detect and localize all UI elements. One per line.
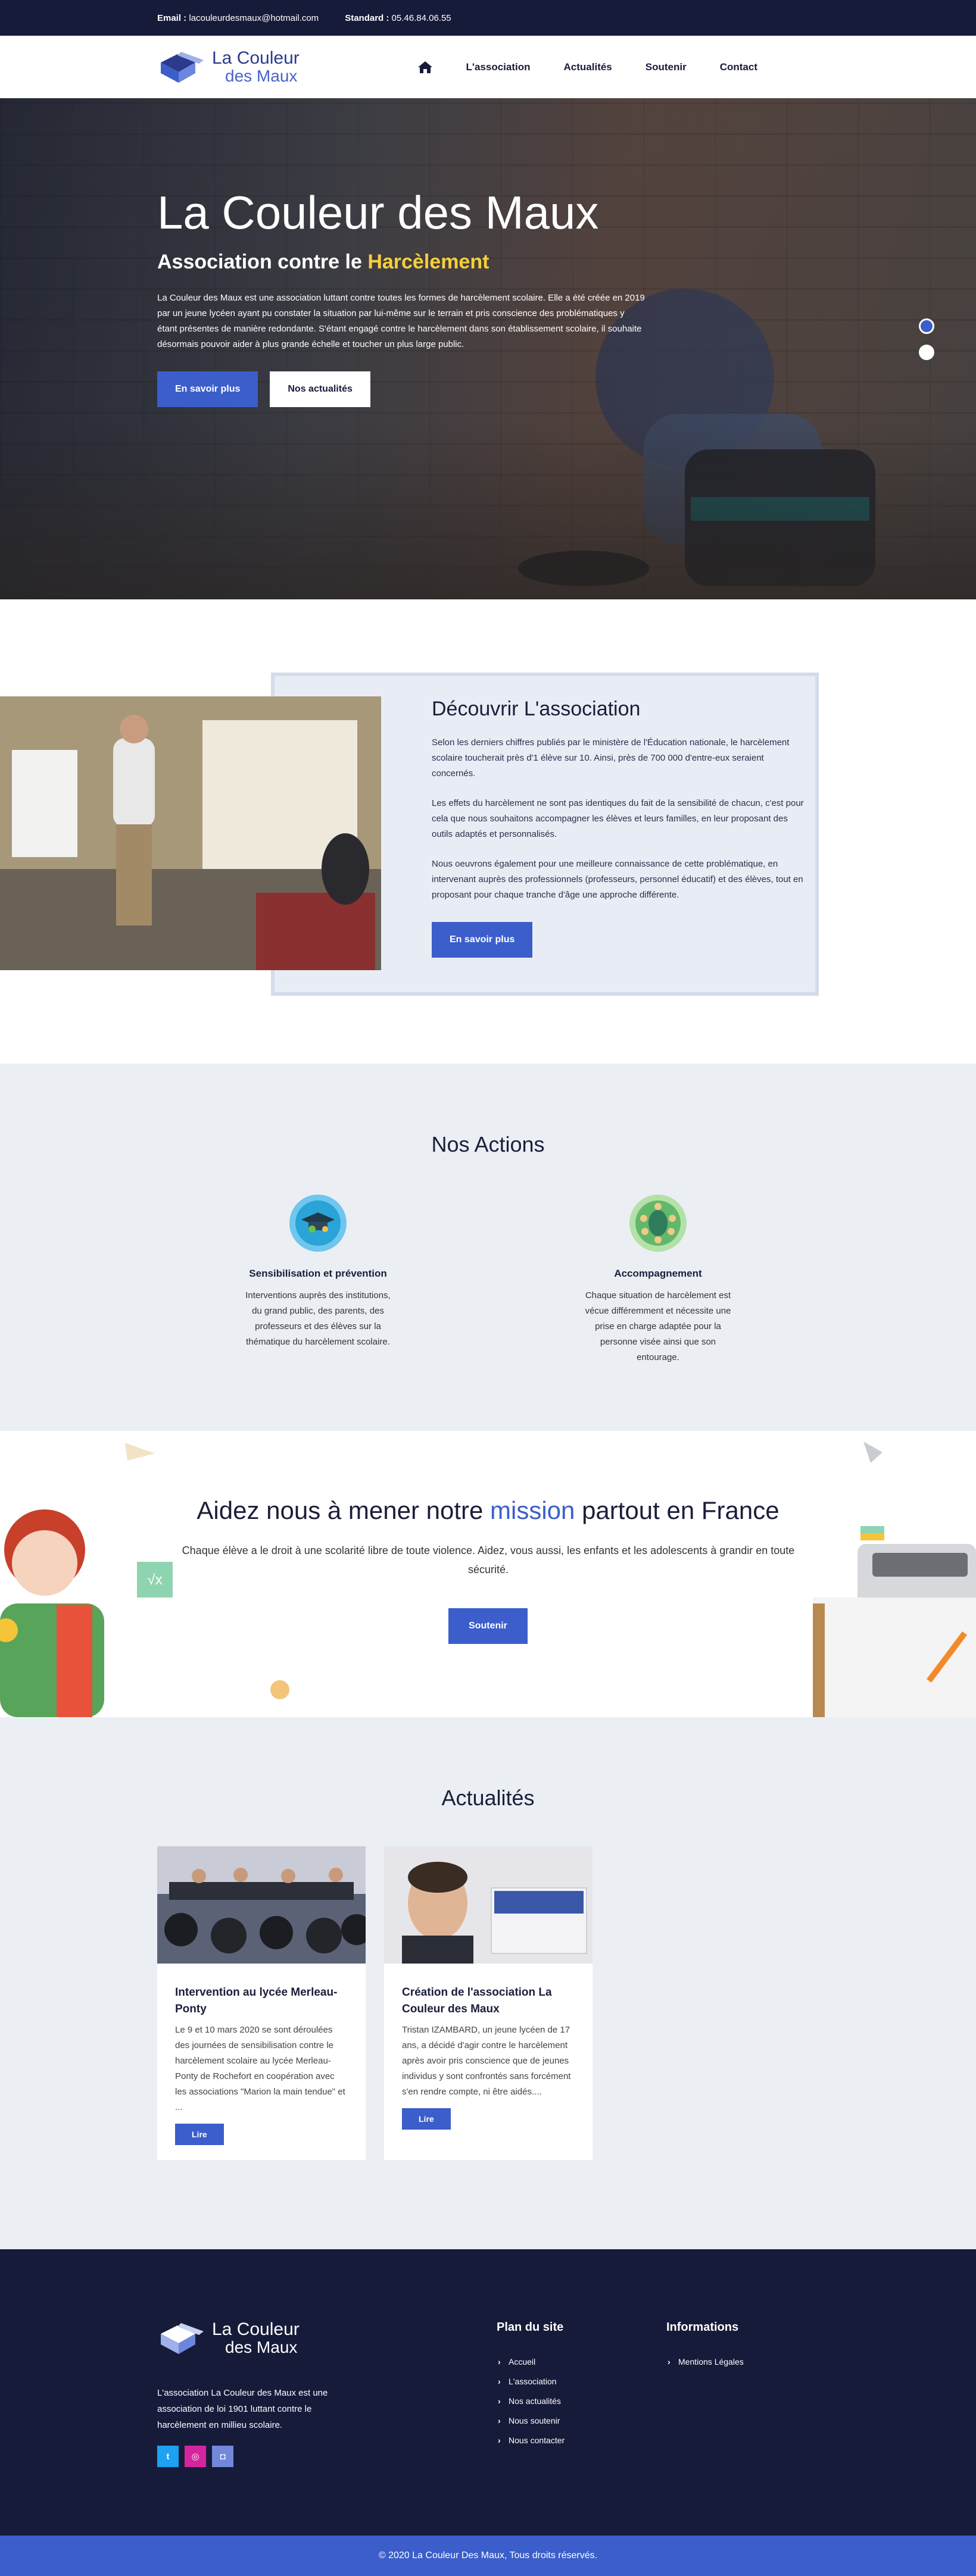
news-read-button[interactable]: Lire (402, 2108, 451, 2130)
footer-link-soutenir[interactable]: Nous soutenir (497, 2411, 565, 2431)
news-card-text: Tristan IZAMBARD, un jeune lycéen de 17 … (402, 2025, 571, 2097)
about-photo (0, 696, 381, 970)
support-text: Chaque élève a le droit à une scolarité … (182, 1545, 795, 1575)
about-learn-more-button[interactable]: En savoir plus (432, 922, 533, 958)
top-bar: Email : lacouleurdesmaux@hotmail.com Sta… (0, 0, 976, 36)
hero-text: La Couleur des Maux est une association … (157, 292, 645, 349)
home-icon[interactable] (417, 61, 433, 74)
hero-content: La Couleur des Maux Association contre l… (157, 187, 651, 407)
about-title: Découvrir L'association (432, 698, 641, 720)
logo-mark-icon (161, 51, 204, 83)
logo-mark-icon (161, 2323, 204, 2354)
about-paragraph-3: Nous oeuvrons également pour une meilleu… (432, 859, 803, 900)
support-title: Aidez nous à mener notre mission partout… (197, 1496, 779, 1524)
news-card-text: Le 9 et 10 mars 2020 se sont déroulées d… (175, 2025, 345, 2112)
actions-section: Nos Actions Sensibilisation et préventio… (0, 1064, 976, 1431)
site-header: La Couleur des Maux L'association Actual… (0, 36, 976, 98)
footer-info-title: Informations (666, 2321, 739, 2334)
about-content: Découvrir L'association Selon les dernie… (432, 698, 804, 958)
hero-subtitle: Association contre le Harcèlement (157, 250, 489, 273)
logo-text: La Couleur des Maux (212, 48, 300, 85)
footer-info: Informations Mentions Légales (666, 2321, 744, 2372)
actions-title: Nos Actions (431, 1132, 545, 1156)
slider-dots (919, 318, 934, 360)
nav-item-contact[interactable]: Contact (720, 61, 757, 73)
hero-news-button[interactable]: Nos actualités (270, 371, 370, 407)
slider-dot-1[interactable] (919, 318, 934, 334)
action-title-support: Accompagnement (614, 1268, 702, 1279)
footer-link-mentions[interactable]: Mentions Légales (666, 2352, 744, 2372)
graduation-cap-icon (289, 1195, 347, 1252)
nav-item-actualites[interactable]: Actualités (564, 61, 612, 73)
news-card-title: Création de l'association La Couleur des… (402, 1986, 552, 2015)
news-section: Actualités Intervention au lycée Merleau… (0, 1717, 976, 2249)
action-text-prevention: Interventions auprès des institutions, d… (245, 1290, 391, 1347)
support-section: √x Aidez nous à mener notre mission part… (0, 1431, 976, 1717)
action-card-prevention: Sensibilisation et prévention Interventi… (223, 1193, 413, 1350)
footer-link-contact[interactable]: Nous contacter (497, 2431, 565, 2450)
news-card-title: Intervention au lycée Merleau-Ponty (175, 1986, 338, 2015)
about-paragraph-2: Les effets du harcèlement ne sont pas id… (432, 798, 804, 839)
site-logo[interactable]: La Couleur des Maux (157, 49, 300, 85)
footer-link-actualites[interactable]: Nos actualités (497, 2391, 565, 2411)
support-donate-button[interactable]: Soutenir (448, 1608, 528, 1644)
social-links: t ◎ ◘ (157, 2446, 233, 2467)
twitter-icon[interactable]: t (157, 2446, 179, 2467)
main-nav: L'association Actualités Soutenir Contac… (417, 61, 757, 74)
news-image-conference (157, 1846, 372, 1964)
footer-logo[interactable]: La Couleur des Maux (157, 2321, 300, 2356)
people-meeting-icon (629, 1195, 687, 1252)
hero-slider: La Couleur des Maux Association contre l… (0, 98, 976, 599)
contact-email[interactable]: Email : lacouleurdesmaux@hotmail.com (157, 13, 319, 23)
nav-item-association[interactable]: L'association (466, 61, 531, 73)
hero-learn-more-button[interactable]: En savoir plus (157, 371, 258, 407)
news-card[interactable]: Intervention au lycée Merleau-Ponty Le 9… (157, 1846, 372, 2160)
site-footer: La Couleur des Maux L'association La Cou… (0, 2249, 976, 2536)
contact-phone[interactable]: Standard : 05.46.84.06.55 (345, 13, 451, 23)
footer-sitemap: Plan du site Accueil L'association Nos a… (497, 2321, 565, 2450)
about-paragraph-1: Selon les derniers chiffres publiés par … (432, 737, 790, 779)
svg-text:√x: √x (147, 1572, 162, 1588)
about-section: Découvrir L'association Selon les dernie… (0, 599, 976, 1064)
news-title: Actualités (441, 1786, 535, 1810)
copyright-bar: © 2020 La Couleur Des Maux, Tous droits … (0, 2536, 976, 2576)
action-card-support: Accompagnement Chaque situation de harcè… (563, 1193, 753, 1365)
news-read-button[interactable]: Lire (175, 2124, 224, 2145)
nav-item-soutenir[interactable]: Soutenir (646, 61, 687, 73)
footer-sitemap-title: Plan du site (497, 2321, 564, 2334)
footer-description: L'association La Couleur des Maux est un… (157, 2388, 328, 2430)
hero-title: La Couleur des Maux (157, 186, 599, 239)
discord-icon[interactable]: ◘ (212, 2446, 233, 2467)
action-title-prevention: Sensibilisation et prévention (249, 1268, 387, 1279)
action-text-support: Chaque situation de harcèlement est vécu… (585, 1290, 731, 1362)
instagram-icon[interactable]: ◎ (185, 2446, 206, 2467)
footer-link-association[interactable]: L'association (497, 2372, 565, 2391)
news-card[interactable]: Création de l'association La Couleur des… (384, 1846, 593, 2160)
slider-dot-2[interactable] (919, 345, 934, 360)
news-image-founder (384, 1846, 593, 1964)
footer-link-accueil[interactable]: Accueil (497, 2352, 565, 2372)
